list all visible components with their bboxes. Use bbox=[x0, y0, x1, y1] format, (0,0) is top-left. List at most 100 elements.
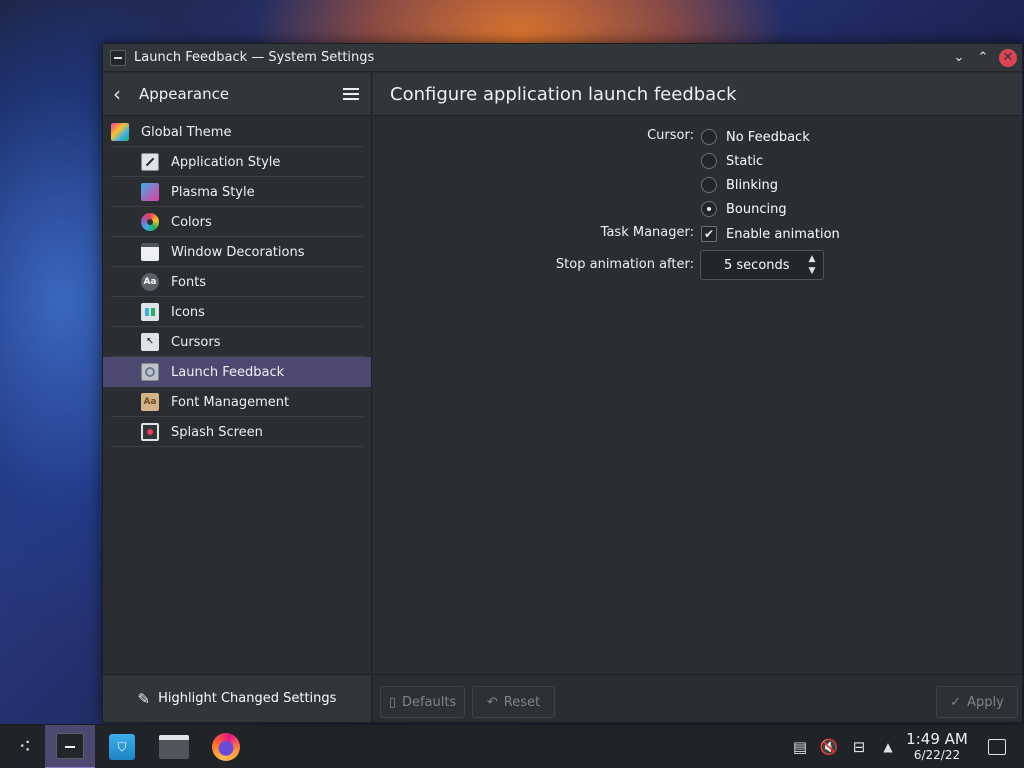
enable-animation-label: Enable animation bbox=[726, 226, 840, 242]
radio-label: Static bbox=[726, 153, 764, 169]
radio-no-feedback[interactable]: No Feedback bbox=[701, 125, 810, 149]
taskbar-item-system-settings[interactable] bbox=[45, 725, 95, 768]
application-style-icon bbox=[141, 153, 159, 171]
sidebar-header: ‹ Appearance bbox=[103, 73, 371, 116]
chevron-down-icon: ⌄ bbox=[953, 50, 965, 65]
sidebar-item-cursors[interactable]: ↖ Cursors bbox=[103, 327, 371, 357]
stop-animation-label: Stop animation after: bbox=[555, 257, 694, 272]
window-decorations-icon bbox=[141, 243, 159, 261]
sidebar-item-plasma-style[interactable]: Plasma Style bbox=[103, 177, 371, 207]
clock-time: 1:49 AM bbox=[906, 730, 968, 748]
cursors-icon: ↖ bbox=[141, 333, 159, 351]
volume-muted-icon[interactable]: 🔇 bbox=[817, 725, 841, 768]
sidebar-item-launch-feedback[interactable]: Launch Feedback bbox=[103, 357, 371, 387]
colors-icon bbox=[141, 213, 159, 231]
radio-blinking[interactable]: Blinking bbox=[701, 173, 778, 197]
sidebar-item-colors[interactable]: Colors bbox=[103, 207, 371, 237]
system-settings-app-icon[interactable] bbox=[110, 49, 126, 66]
checkmark-icon: ✔ bbox=[703, 227, 715, 241]
sidebar-item-application-style[interactable]: Application Style bbox=[103, 147, 371, 177]
radio-button[interactable] bbox=[701, 153, 717, 169]
reset-button[interactable]: ↶ Reset bbox=[472, 686, 555, 718]
spinbox-value: 5 seconds bbox=[724, 257, 790, 273]
radio-button[interactable] bbox=[701, 201, 717, 217]
sidebar-item-label: Colors bbox=[171, 214, 212, 230]
spinbox-arrows[interactable]: ▲ ▼ bbox=[805, 254, 819, 276]
sidebar-item-label: Global Theme bbox=[141, 124, 232, 140]
apply-label: Apply bbox=[967, 694, 1004, 710]
radio-button[interactable] bbox=[701, 129, 717, 145]
enable-animation-checkbox-row[interactable]: ✔ Enable animation bbox=[701, 222, 840, 246]
global-theme-icon bbox=[111, 123, 129, 141]
sidebar-item-label: Application Style bbox=[171, 154, 281, 170]
clipboard-icon[interactable]: ▤ bbox=[788, 725, 812, 768]
firefox-icon bbox=[212, 733, 240, 761]
show-desktop-icon[interactable] bbox=[988, 739, 1006, 755]
window-titlebar[interactable]: Launch Feedback — System Settings ⌄ ⌃ ✕ bbox=[103, 44, 1022, 72]
reset-label: Reset bbox=[503, 694, 541, 710]
sidebar-item-label: Fonts bbox=[171, 274, 207, 290]
radio-label: No Feedback bbox=[726, 129, 810, 145]
radio-button[interactable] bbox=[701, 177, 717, 193]
sidebar-item-font-management[interactable]: Aa Font Management bbox=[103, 387, 371, 417]
application-launcher-button[interactable]: ⁖ bbox=[0, 725, 50, 768]
apply-button[interactable]: ✓ Apply bbox=[936, 686, 1018, 718]
clock-date: 6/22/22 bbox=[913, 748, 961, 762]
system-settings-icon bbox=[56, 733, 84, 759]
undo-icon: ↶ bbox=[486, 694, 498, 710]
enable-animation-checkbox[interactable]: ✔ bbox=[701, 226, 717, 242]
stop-animation-spinbox[interactable]: 5 seconds ▲ ▼ bbox=[700, 250, 824, 280]
sidebar-list: Global Theme Application Style Plasma St… bbox=[103, 117, 371, 447]
spin-up-icon[interactable]: ▲ bbox=[809, 254, 816, 264]
tray-expand-icon[interactable]: ▲ bbox=[876, 725, 900, 768]
taskbar-item-dolphin[interactable] bbox=[149, 725, 199, 768]
radio-static[interactable]: Static bbox=[701, 149, 763, 173]
sidebar-item-label: Cursors bbox=[171, 334, 221, 350]
defaults-label: Defaults bbox=[401, 694, 457, 710]
hamburger-menu-icon[interactable] bbox=[343, 87, 359, 101]
icons-icon bbox=[141, 303, 159, 321]
back-button[interactable]: ‹ bbox=[113, 82, 139, 106]
radio-label: Blinking bbox=[726, 177, 779, 193]
close-button[interactable]: ✕ bbox=[999, 48, 1017, 67]
page-title: Configure application launch feedback bbox=[390, 83, 737, 105]
main-header: Configure application launch feedback bbox=[373, 73, 1022, 116]
sidebar-item-fonts[interactable]: Aa Fonts bbox=[103, 267, 371, 297]
pen-icon: ✎ bbox=[137, 689, 151, 708]
sidebar-title: Appearance bbox=[139, 85, 230, 103]
highlight-changed-settings-label: Highlight Changed Settings bbox=[158, 691, 337, 706]
taskbar-item-discover[interactable]: ⛉ bbox=[97, 725, 147, 768]
sidebar-item-label: Plasma Style bbox=[171, 184, 255, 200]
window-title: Launch Feedback — System Settings bbox=[134, 50, 375, 65]
radio-label: Bouncing bbox=[726, 201, 787, 217]
cursor-label: Cursor: bbox=[647, 128, 694, 143]
sidebar-item-label: Icons bbox=[171, 304, 205, 320]
system-settings-window: Launch Feedback — System Settings ⌄ ⌃ ✕ … bbox=[102, 43, 1023, 723]
radio-bouncing[interactable]: Bouncing bbox=[701, 197, 787, 221]
sidebar-item-label: Launch Feedback bbox=[171, 364, 285, 380]
maximize-button[interactable]: ⌃ bbox=[973, 48, 993, 68]
spin-down-icon[interactable]: ▼ bbox=[809, 266, 816, 276]
sidebar: ‹ Appearance Global Theme Application St… bbox=[103, 73, 372, 722]
highlight-changed-settings-button[interactable]: ✎ Highlight Changed Settings bbox=[103, 674, 371, 722]
footer-bar: ▯ Defaults ↶ Reset ✓ Apply bbox=[373, 674, 1022, 722]
font-management-icon: Aa bbox=[141, 393, 159, 411]
digital-clock[interactable]: 1:49 AM 6/22/22 bbox=[900, 730, 974, 762]
sidebar-item-global-theme[interactable]: Global Theme bbox=[103, 117, 371, 147]
sidebar-item-window-decorations[interactable]: Window Decorations bbox=[103, 237, 371, 267]
fonts-icon: Aa bbox=[141, 273, 159, 291]
defaults-button[interactable]: ▯ Defaults bbox=[380, 686, 465, 718]
check-icon: ✓ bbox=[950, 694, 962, 710]
launcher-icon: ⁖ bbox=[18, 734, 32, 760]
taskbar-item-firefox[interactable] bbox=[201, 725, 251, 768]
sidebar-item-label: Splash Screen bbox=[171, 424, 263, 440]
sidebar-item-icons[interactable]: Icons bbox=[103, 297, 371, 327]
sidebar-item-label: Window Decorations bbox=[171, 244, 305, 260]
task-manager-label: Task Manager: bbox=[600, 225, 694, 240]
chevron-up-icon: ⌃ bbox=[977, 50, 989, 65]
sidebar-item-label: Font Management bbox=[171, 394, 290, 410]
network-icon[interactable]: ⊟ bbox=[847, 725, 871, 768]
minimize-button[interactable]: ⌄ bbox=[949, 48, 969, 68]
sidebar-item-splash-screen[interactable]: Splash Screen bbox=[103, 417, 371, 447]
launch-feedback-icon bbox=[141, 363, 159, 381]
